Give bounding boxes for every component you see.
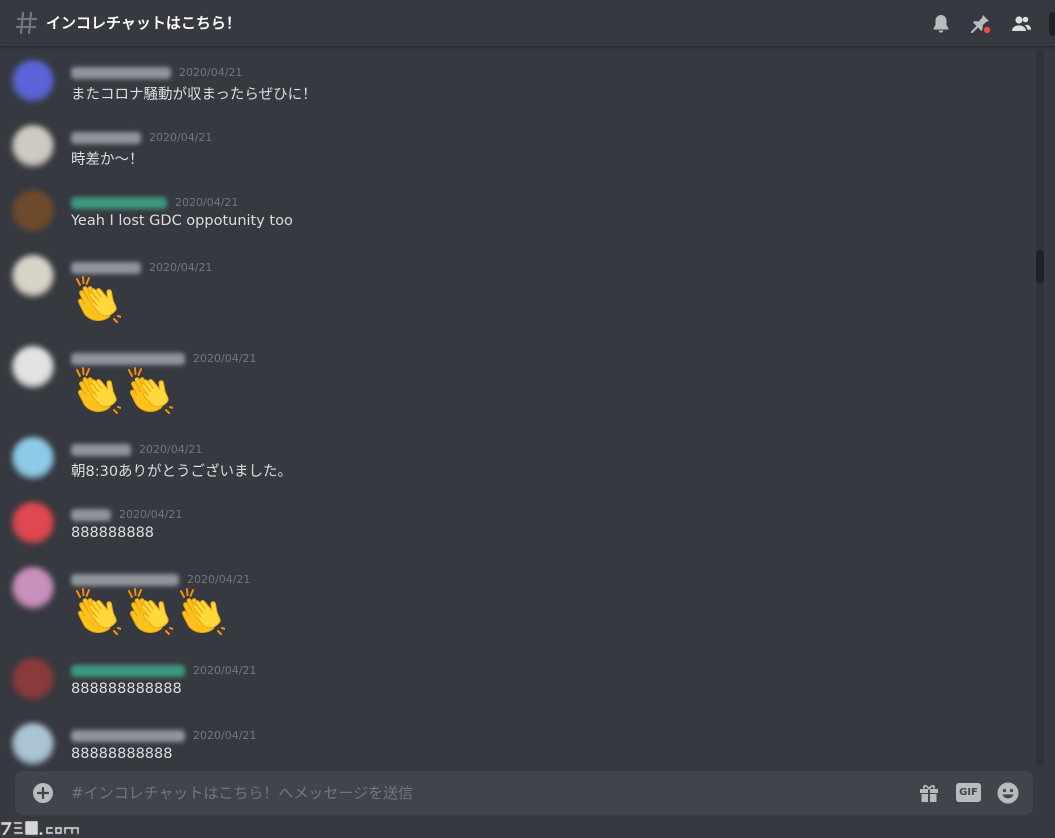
message-composer: GIF <box>15 771 1033 815</box>
username-redacted[interactable] <box>71 729 185 742</box>
avatar[interactable] <box>12 255 54 297</box>
message-header: 2020/04/21 <box>71 439 202 457</box>
message-item[interactable]: 2020/04/21 <box>0 557 1030 648</box>
message-item[interactable]: 2020/04/21 朝8:30ありがとうございました。 <box>0 427 1030 492</box>
message-item[interactable]: 2020/04/21 Yeah I lost GDC oppotunity too <box>0 180 1030 245</box>
username-redacted[interactable] <box>71 196 167 209</box>
emoji-row <box>71 275 121 325</box>
famitsu-watermark-logo <box>0 818 82 838</box>
message-text: Yeah I lost GDC oppotunity too <box>71 213 293 229</box>
username-redacted[interactable] <box>71 261 141 274</box>
username-redacted[interactable] <box>71 443 131 456</box>
message-header: 2020/04/21 <box>71 127 212 145</box>
avatar[interactable] <box>12 60 54 102</box>
members-icon[interactable] <box>1009 12 1033 36</box>
message-timestamp: 2020/04/21 <box>179 66 243 79</box>
message-text: 朝8:30ありがとうございました。 <box>71 464 293 480</box>
username-redacted[interactable] <box>71 66 171 79</box>
window-edge <box>1049 12 1055 36</box>
message-text: 888888888 <box>71 525 155 541</box>
message-timestamp: 2020/04/21 <box>193 352 257 365</box>
avatar[interactable] <box>12 346 54 388</box>
message-timestamp: 2020/04/21 <box>175 196 239 209</box>
message-header: 2020/04/21 <box>71 62 242 80</box>
message-timestamp: 2020/04/21 <box>187 573 251 586</box>
message-header: 2020/04/21 <box>71 257 212 275</box>
message-header: 2020/04/21 <box>71 504 182 522</box>
message-item[interactable]: 2020/04/21 <box>0 336 1030 427</box>
message-text: 時差か〜！ <box>71 152 144 168</box>
message-timestamp: 2020/04/21 <box>193 664 257 677</box>
scrollbar-track[interactable] <box>1036 50 1044 766</box>
avatar[interactable] <box>12 658 54 700</box>
message-item[interactable]: 2020/04/21 <box>0 245 1030 336</box>
channel-header: インコレチャットはこちら！ <box>0 0 1055 47</box>
message-item[interactable]: 2020/04/21 またコロナ騒動が収まったらぜひに！ <box>0 50 1030 115</box>
username-redacted[interactable] <box>71 352 185 365</box>
message-item[interactable]: 2020/04/21 888888888 <box>0 492 1030 557</box>
message-timestamp: 2020/04/21 <box>149 261 213 274</box>
username-redacted[interactable] <box>71 131 141 144</box>
message-item[interactable]: 2020/04/21 888888888888 <box>0 648 1030 713</box>
message-item[interactable]: 2020/04/21 時差か〜！ <box>0 115 1030 180</box>
clapping-hands-emoji[interactable] <box>123 587 173 637</box>
message-header: 2020/04/21 <box>71 192 238 210</box>
clapping-hands-emoji[interactable] <box>71 275 121 325</box>
message-timestamp: 2020/04/21 <box>139 443 203 456</box>
clapping-hands-emoji[interactable] <box>71 587 121 637</box>
hash-icon <box>16 11 38 35</box>
avatar[interactable] <box>12 190 54 232</box>
message-header: 2020/04/21 <box>71 725 256 743</box>
emoji-row <box>71 366 173 416</box>
message-header: 2020/04/21 <box>71 569 250 587</box>
pin-icon[interactable] <box>968 12 992 36</box>
gift-icon[interactable] <box>917 781 941 805</box>
message-text: 888888888888 <box>71 681 182 697</box>
username-redacted[interactable] <box>71 508 111 521</box>
avatar[interactable] <box>12 437 54 479</box>
gif-icon[interactable]: GIF <box>956 783 981 802</box>
plus-circle-icon[interactable] <box>32 782 54 804</box>
clapping-hands-emoji[interactable] <box>175 587 225 637</box>
username-redacted[interactable] <box>71 573 179 586</box>
channel-title: インコレチャットはこちら！ <box>46 14 241 32</box>
message-list[interactable]: 2020/04/21 またコロナ騒動が収まったらぜひに！ 2020/04/21 時差か… <box>0 48 1040 770</box>
bell-icon[interactable] <box>929 12 953 36</box>
message-header: 2020/04/21 <box>71 660 256 678</box>
clapping-hands-emoji[interactable] <box>71 366 121 416</box>
avatar[interactable] <box>12 125 54 167</box>
message-timestamp: 2020/04/21 <box>119 508 183 521</box>
scrollbar-thumb[interactable] <box>1036 250 1044 284</box>
message-text: 88888888888 <box>71 746 173 762</box>
message-item[interactable]: 2020/04/21 88888888888 <box>0 713 1030 770</box>
message-timestamp: 2020/04/21 <box>193 729 257 742</box>
message-header: 2020/04/21 <box>71 348 256 366</box>
avatar[interactable] <box>12 502 54 544</box>
username-redacted[interactable] <box>71 664 185 677</box>
message-input[interactable] <box>71 771 901 815</box>
message-timestamp: 2020/04/21 <box>149 131 213 144</box>
message-text: またコロナ騒動が収まったらぜひに！ <box>71 87 317 103</box>
avatar[interactable] <box>12 567 54 609</box>
emoji-row <box>71 587 225 637</box>
avatar[interactable] <box>12 723 54 765</box>
smiley-icon[interactable] <box>996 781 1020 805</box>
clapping-hands-emoji[interactable] <box>123 366 173 416</box>
